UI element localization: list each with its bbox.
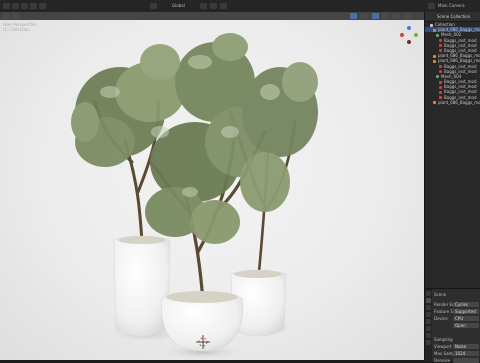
object-type-icon bbox=[430, 23, 433, 27]
property-value-field[interactable]: Noise Threshold bbox=[453, 344, 479, 349]
neg-x-axis-icon bbox=[407, 40, 411, 44]
property-value-field[interactable]: CPU bbox=[453, 316, 479, 321]
left-pot bbox=[113, 235, 171, 337]
transform-orientation-label[interactable]: Global bbox=[172, 3, 185, 8]
shading-options-icon[interactable] bbox=[404, 13, 411, 19]
object-type-icon bbox=[439, 44, 442, 48]
world-tab-icon[interactable] bbox=[426, 326, 431, 331]
outliner[interactable]: Scene Collection Collection plant_686_Bag… bbox=[425, 12, 480, 288]
property-value-field[interactable] bbox=[453, 358, 479, 363]
y-axis-icon bbox=[414, 33, 418, 37]
object-type-icon bbox=[433, 54, 436, 58]
proportional-edit-icon[interactable] bbox=[220, 3, 227, 9]
object-type-icon bbox=[433, 59, 436, 63]
viewport-header bbox=[0, 12, 424, 20]
left-pot-soil bbox=[118, 236, 166, 244]
object-type-icon bbox=[439, 70, 442, 74]
add-menu-icon[interactable] bbox=[30, 3, 37, 9]
view-menu-icon[interactable] bbox=[12, 3, 19, 9]
xray-icon[interactable] bbox=[360, 13, 367, 19]
x-axis-icon bbox=[400, 33, 404, 37]
transform-orientation-icon[interactable] bbox=[150, 3, 157, 9]
pivot-icon[interactable] bbox=[200, 3, 207, 9]
object-type-icon bbox=[433, 28, 436, 32]
object-type-icon bbox=[436, 75, 439, 79]
outliner-title: Scene Collection bbox=[437, 14, 471, 19]
object-type-icon bbox=[439, 80, 442, 84]
right-sidebar: Scene Collection Collection plant_686_Bag… bbox=[424, 12, 480, 363]
outliner-rows: Collection plant_686_Baggs_mod Mesh_002 Bag… bbox=[425, 22, 480, 105]
object-type-icon bbox=[436, 33, 439, 37]
object-type-icon bbox=[439, 96, 442, 100]
property-value-field[interactable]: 1024 bbox=[453, 351, 479, 356]
tool-tab-icon[interactable] bbox=[426, 291, 431, 296]
modifier-tab-icon[interactable] bbox=[426, 340, 431, 345]
properties-tabs bbox=[425, 289, 432, 361]
property-value-field[interactable]: Supported bbox=[453, 309, 479, 314]
object-type-icon bbox=[439, 39, 442, 43]
sampling-panel-header[interactable]: Sampling bbox=[434, 337, 453, 342]
object-mode-icon[interactable] bbox=[3, 13, 10, 19]
center-pot-soil bbox=[166, 291, 238, 303]
plant-render bbox=[71, 33, 318, 360]
object-type-icon bbox=[439, 65, 442, 68]
property-label: Device bbox=[434, 316, 448, 321]
property-value-field[interactable]: Open Shading Language bbox=[453, 323, 479, 328]
rendered-shading-icon[interactable] bbox=[392, 13, 399, 19]
output-tab-icon[interactable] bbox=[426, 305, 431, 310]
properties-section-title: Scene bbox=[434, 292, 447, 297]
object-menu-icon[interactable] bbox=[39, 3, 46, 9]
object-tab-icon[interactable] bbox=[426, 333, 431, 338]
property-value-field[interactable]: Cycles bbox=[453, 302, 479, 307]
scene-icon[interactable] bbox=[428, 3, 435, 9]
editor-type-icon[interactable] bbox=[3, 3, 10, 9]
right-pot-soil bbox=[234, 270, 282, 278]
navigation-gizmo[interactable] bbox=[400, 26, 418, 48]
outliner-item-label: plant_686_Baggs_mod bbox=[438, 99, 480, 105]
render-tab-icon[interactable] bbox=[426, 298, 431, 303]
outliner-item[interactable]: plant_686_Baggs_mod bbox=[425, 100, 480, 105]
collection-text: (1) Collection bbox=[3, 27, 30, 32]
object-type-icon bbox=[439, 85, 442, 89]
overlay-toggle-icon[interactable] bbox=[350, 13, 357, 19]
scene-tab-icon[interactable] bbox=[426, 319, 431, 324]
select-menu-icon[interactable] bbox=[21, 3, 28, 9]
object-type-icon bbox=[433, 101, 436, 105]
workspace-label[interactable]: Main Camera bbox=[438, 3, 465, 8]
outliner-header: Scene Collection bbox=[425, 12, 480, 22]
view-icon[interactable] bbox=[12, 13, 19, 19]
material-shading-icon[interactable] bbox=[382, 13, 389, 19]
object-type-icon bbox=[439, 90, 442, 94]
solid-shading-icon[interactable] bbox=[372, 13, 379, 19]
object-type-icon bbox=[439, 49, 442, 53]
z-axis-icon bbox=[407, 26, 411, 30]
3d-viewport[interactable]: User Perspective (1) Collection bbox=[0, 12, 424, 360]
property-label: Viewport bbox=[434, 344, 452, 349]
view-layer-tab-icon[interactable] bbox=[426, 312, 431, 317]
property-label: Denoise bbox=[434, 358, 451, 363]
viewport-info: User Perspective (1) Collection bbox=[3, 22, 37, 32]
properties-editor[interactable]: Scene Render Engine Cycles Feature Set Supp… bbox=[425, 288, 480, 363]
snap-icon[interactable] bbox=[210, 3, 217, 9]
